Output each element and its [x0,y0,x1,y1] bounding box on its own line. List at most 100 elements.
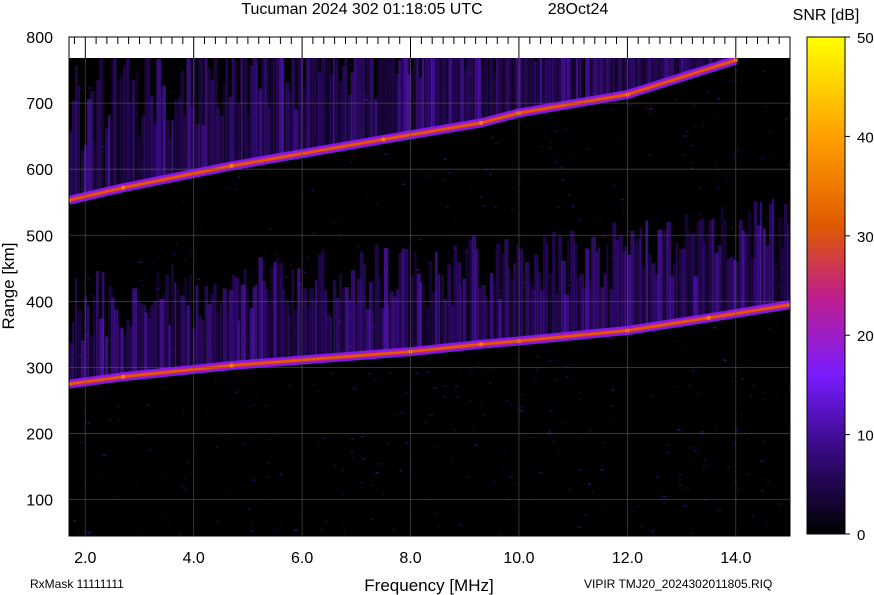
noise-speck [755,82,759,85]
noise-speck [623,513,625,516]
noise-speck [275,253,278,256]
noise-speck [375,472,379,474]
noise-speck [525,449,527,452]
echo-cloud-column [386,305,389,354]
echo-cloud-column [469,58,473,125]
noise-speck [536,251,540,253]
echo-cloud-column [362,58,366,144]
echo-trace-point [479,342,483,347]
noise-speck [351,220,356,222]
noise-speck [690,532,694,534]
noise-speck [754,188,756,191]
noise-speck [297,196,299,199]
x-tick-label: 2.0 [74,550,96,567]
echo-cloud-column [711,218,715,318]
noise-speck [550,526,553,529]
noise-speck [352,152,355,155]
echo-cloud-column [126,58,130,188]
noise-speck [620,198,624,201]
noise-speck [266,476,270,478]
noise-speck [433,387,437,389]
echo-cloud-column [784,203,788,306]
noise-speck [235,227,237,230]
noise-speck [411,147,413,150]
noise-speck [674,189,677,191]
echo-cloud-column [102,272,105,380]
noise-speck [437,526,441,529]
noise-speck [694,342,698,345]
echo-cloud-column [702,242,706,319]
noise-speck [540,146,544,148]
noise-speck [749,521,751,523]
noise-speck [693,126,697,128]
echo-cloud-column [165,275,169,373]
noise-speck [443,396,447,398]
echo-trace-point [229,363,234,368]
noise-speck [768,100,770,103]
echo-cloud-column [186,305,190,371]
echo-cloud-column [111,297,115,379]
echo-cloud-column [129,326,133,377]
noise-speck [674,98,677,101]
noise-speck [768,131,772,133]
noise-speck [740,414,743,416]
echo-cloud-column [398,59,402,138]
noise-speck [330,372,334,375]
noise-speck [591,491,594,493]
noise-speck [470,185,473,187]
noise-speck [713,114,717,117]
noise-speck [306,256,311,258]
noise-speck [534,381,538,383]
echo-cloud-column [105,336,108,380]
y-tick-label: 400 [26,294,53,311]
echo-cloud-column [353,58,357,145]
noise-speck [767,520,770,523]
chart-date: 28Oct24 [548,1,609,18]
echo-cloud-column [174,100,177,178]
noise-speck [484,370,489,373]
noise-speck [154,257,159,259]
y-axis-tick-labels: 100 200 300 400 500 600 700 800 [26,30,53,510]
noise-speck [678,485,681,487]
noise-speck [512,186,517,188]
echo-cloud-column [639,227,643,329]
echo-cloud-column [156,270,160,374]
x-tick-label: 6.0 [291,550,313,567]
noise-speck [778,445,780,447]
noise-speck [329,370,332,373]
noise-speck [479,196,483,198]
noise-speck [520,406,524,408]
noise-speck [341,521,345,523]
noise-speck [685,130,690,133]
noise-speck [137,532,141,534]
noise-speck [760,158,764,160]
noise-speck [117,419,120,421]
colorbar-tick-label: 50 [857,30,874,47]
noise-speck [230,379,234,381]
noise-speck [584,514,587,516]
noise-speck [467,476,471,478]
noise-speck [497,446,499,448]
noise-speck [79,441,83,443]
noise-speck [451,423,453,426]
echo-cloud-column [645,220,649,328]
noise-speck [568,155,572,157]
noise-speck [199,228,203,231]
noise-speck [482,404,484,406]
noise-speck [452,464,457,466]
noise-speck [179,533,183,536]
noise-speck [448,171,451,174]
echo-cloud-column [347,299,351,357]
noise-speck [182,200,184,202]
noise-speck [734,443,736,446]
noise-speck [717,459,720,461]
noise-speck [188,251,191,254]
echo-cloud-column [324,290,328,359]
echo-cloud-column [759,202,763,310]
echo-cloud-column [418,77,423,134]
echo-cloud-column [168,137,172,179]
noise-speck [556,359,558,362]
noise-speck [548,360,552,362]
noise-speck [451,460,454,462]
noise-speck [556,379,558,381]
